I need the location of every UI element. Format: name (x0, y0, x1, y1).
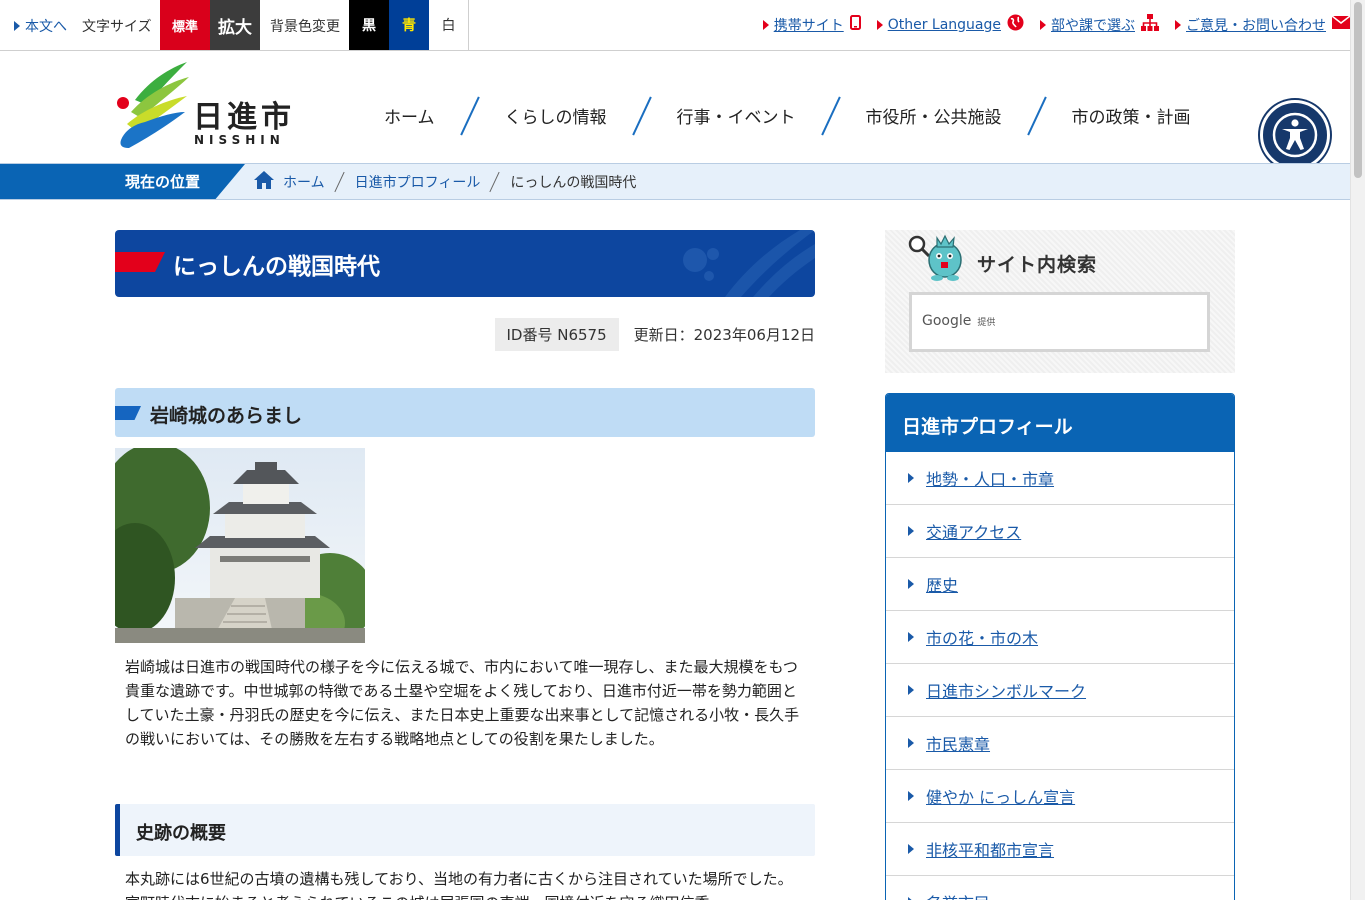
side-nav-item[interactable]: 健やか にっしん宣言 (886, 770, 1234, 823)
side-nav-item[interactable]: 地勢・人口・市章 (886, 452, 1234, 505)
profile-side-navigation: 日進市プロフィール 地勢・人口・市章 交通アクセス 歴史 市の花・市の木 日進市… (885, 393, 1235, 900)
nav-policy[interactable]: 市の政策・計画 (1048, 95, 1215, 135)
triangle-right-icon (876, 19, 883, 30)
global-navigation: ホーム くらしの情報 行事・イベント 市役所・公共施設 市の政策・計画 (360, 95, 1215, 135)
mascot-magnifier-icon (908, 234, 962, 281)
other-language-link[interactable]: Other Language (876, 14, 1024, 35)
nisshin-logo-mark-icon (117, 62, 189, 148)
site-search-input[interactable] (912, 295, 1207, 349)
heading-mark-icon (115, 406, 141, 420)
side-nav-item[interactable]: 非核平和都市宣言 (886, 823, 1234, 876)
nav-city-hall[interactable]: 市役所・公共施設 (842, 95, 1026, 135)
section-heading-historic-site: 史跡の概要 (115, 804, 815, 856)
castle-image (115, 448, 365, 643)
nav-events[interactable]: 行事・イベント (653, 95, 820, 135)
triangle-right-icon (908, 685, 914, 695)
font-size-standard-button[interactable]: 標準 (160, 0, 210, 50)
nav-living-info[interactable]: くらしの情報 (481, 95, 631, 135)
background-black-button[interactable]: 黒 (349, 0, 389, 50)
mobile-phone-icon (849, 15, 861, 34)
logo-subtext: NISSHIN (194, 133, 285, 147)
side-nav-item[interactable]: 歴史 (886, 558, 1234, 611)
breadcrumb-separator (488, 171, 502, 193)
page-title: にっしんの戦国時代 (173, 254, 380, 280)
page-meta: ID番号 N6575 更新日：2023年06月12日 (494, 318, 815, 351)
site-search-title: サイト内検索 (977, 254, 1098, 276)
updated-date: 更新日：2023年06月12日 (633, 326, 815, 344)
breadcrumb-parent-link[interactable]: 日進市プロフィール (355, 172, 481, 192)
site-search-panel: サイト内検索 Google 提供 (885, 230, 1235, 373)
triangle-right-icon (908, 791, 914, 801)
site-search-field[interactable]: Google 提供 (909, 292, 1210, 352)
utility-bar: 本文へ 文字サイズ 標準 拡大 背景色変更 黒 青 白 携帯サイト Other … (0, 0, 1351, 51)
triangle-right-icon (908, 579, 914, 589)
section-heading-overview: 岩崎城のあらまし (115, 388, 815, 437)
page-id-badge: ID番号 N6575 (494, 318, 619, 351)
home-icon (253, 170, 275, 194)
breadcrumb-current: にっしんの戦国時代 (510, 174, 637, 191)
side-nav-item[interactable]: 市民憲章 (886, 717, 1234, 770)
triangle-right-icon (762, 19, 769, 30)
contact-link[interactable]: ご意見・お問い合わせ (1175, 15, 1351, 35)
mobile-site-link[interactable]: 携帯サイト (762, 15, 861, 35)
breadcrumb-label: 現在の位置 (0, 164, 245, 199)
side-nav-item[interactable]: 名誉市民 (886, 876, 1234, 900)
background-color-label: 背景色変更 (270, 19, 340, 35)
breadcrumb-trail: ホーム 日進市プロフィール にっしんの戦国時代 (253, 164, 636, 199)
triangle-right-icon (14, 21, 20, 31)
triangle-right-icon (908, 473, 914, 483)
nav-separator (631, 95, 653, 135)
scrollbar-thumb[interactable] (1354, 2, 1362, 178)
triangle-right-icon (1175, 19, 1181, 30)
iwasaki-castle-photo (115, 448, 365, 643)
historic-site-paragraph: 本丸跡には6世紀の古墳の遺構も残しており、当地の有力者に古くから注目されていた場… (125, 870, 793, 900)
overview-paragraph: 岩崎城は日進市の戦国時代の様子を今に伝える城で、市内において唯一現存し、また最大… (125, 658, 800, 748)
side-nav-item[interactable]: 市の花・市の木 (886, 611, 1234, 664)
nav-home[interactable]: ホーム (360, 95, 459, 135)
accessibility-button[interactable] (1260, 100, 1330, 170)
nav-separator (459, 95, 481, 135)
triangle-right-icon (908, 738, 914, 748)
accessibility-icon (1272, 112, 1318, 158)
utility-links: 携帯サイト Other Language 部や課で選ぶ ご意見・お問い合わせ (747, 14, 1351, 35)
skip-to-content-link[interactable]: 本文へ (14, 16, 67, 36)
breadcrumb-home-link[interactable]: ホーム (283, 172, 325, 192)
org-chart-icon (1141, 14, 1159, 35)
mail-icon (1331, 15, 1351, 33)
page-title-banner: にっしんの戦国時代 (115, 230, 815, 297)
logo-text: 日進市 (193, 100, 295, 135)
nav-separator (1026, 95, 1048, 135)
title-decoration-icon (683, 230, 815, 297)
department-select-link[interactable]: 部や課で選ぶ (1040, 14, 1159, 35)
breadcrumb: 現在の位置 ホーム 日進市プロフィール にっしんの戦国時代 (0, 163, 1350, 200)
breadcrumb-separator (333, 171, 347, 193)
font-size-label: 文字サイズ (82, 19, 152, 35)
globe-icon (1007, 14, 1024, 35)
triangle-right-icon (908, 632, 914, 642)
side-nav-item[interactable]: 交通アクセス (886, 505, 1234, 558)
side-nav-title: 日進市プロフィール (886, 394, 1234, 452)
triangle-right-icon (908, 844, 914, 854)
triangle-right-icon (908, 526, 914, 536)
font-size-large-button[interactable]: 拡大 (210, 0, 260, 50)
title-flag-decoration (115, 252, 165, 272)
background-white-button[interactable]: 白 (429, 0, 469, 50)
side-nav-item[interactable]: 日進市シンボルマーク (886, 664, 1234, 717)
nav-separator (820, 95, 842, 135)
page-scrollbar[interactable] (1350, 0, 1365, 900)
background-blue-button[interactable]: 青 (389, 0, 429, 50)
triangle-right-icon (1040, 19, 1046, 30)
